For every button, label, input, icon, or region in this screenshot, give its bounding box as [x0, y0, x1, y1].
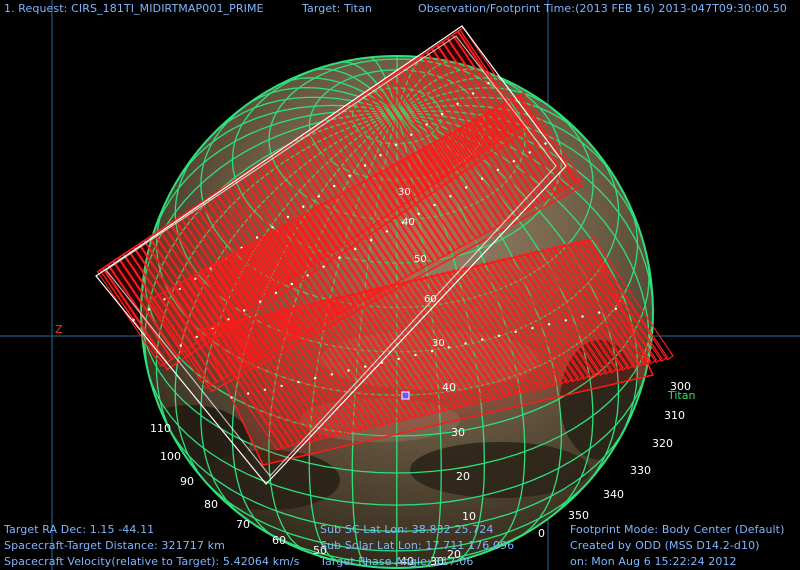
sub-solar-readout: Sub Solar Lat Lon: 17.711 176.096 [320, 539, 515, 552]
ra-dec-readout: Target RA Dec: 1.15 -44.11 [4, 523, 155, 536]
lon-label: 330 [630, 464, 651, 477]
lat-label: 50 [414, 254, 427, 265]
lat-label: 40 [402, 217, 415, 228]
creation-date: on: Mon Aug 6 15:22:24 2012 [570, 555, 737, 568]
created-by: Created by ODD (MSS D14.2-d10) [570, 539, 760, 552]
lon-label: 310 [664, 409, 685, 422]
velocity-readout: Spacecraft Velocity(relative to Target):… [4, 555, 300, 568]
target-label: Target: Titan [302, 2, 372, 15]
lon-label: 60 [272, 534, 286, 547]
lon-label: 340 [603, 488, 624, 501]
titan-footprint-scene: Z Titan 30 40 50 60 30 40 30 20 10 0 300… [0, 0, 800, 570]
lat-label: 30 [432, 338, 445, 349]
lat-label: 20 [456, 470, 470, 483]
lon-label: 320 [652, 437, 673, 450]
lon-label: 110 [150, 422, 171, 435]
observation-time: Observation/Footprint Time:(2013 FEB 16)… [418, 2, 787, 15]
lat-label: 10 [462, 510, 476, 523]
lon-label: 70 [236, 518, 250, 531]
target-marker [401, 391, 410, 400]
sub-sc-readout: Sub SC Lat Lon: 38.832 25.724 [320, 523, 494, 536]
lat-label: 0 [538, 527, 545, 540]
lat-label: 30 [451, 426, 465, 439]
footprint-mode: Footprint Mode: Body Center (Default) [570, 523, 785, 536]
lon-label: 90 [180, 475, 194, 488]
lat-label: 60 [424, 294, 437, 305]
lon-label: 300 [670, 380, 691, 393]
z-axis-label: Z [55, 323, 63, 336]
distance-readout: Spacecraft-Target Distance: 321717 km [4, 539, 225, 552]
lat-label: 30 [398, 187, 411, 198]
lon-label: 80 [204, 498, 218, 511]
lat-label: 40 [442, 381, 456, 394]
lon-label: 350 [568, 509, 589, 522]
phase-angle-readout: Target Phase Angle: 117.06 [320, 555, 474, 568]
lon-label: 100 [160, 450, 181, 463]
request-label: 1. Request: CIRS_181TI_MIDIRTMAP001_PRIM… [4, 2, 264, 15]
